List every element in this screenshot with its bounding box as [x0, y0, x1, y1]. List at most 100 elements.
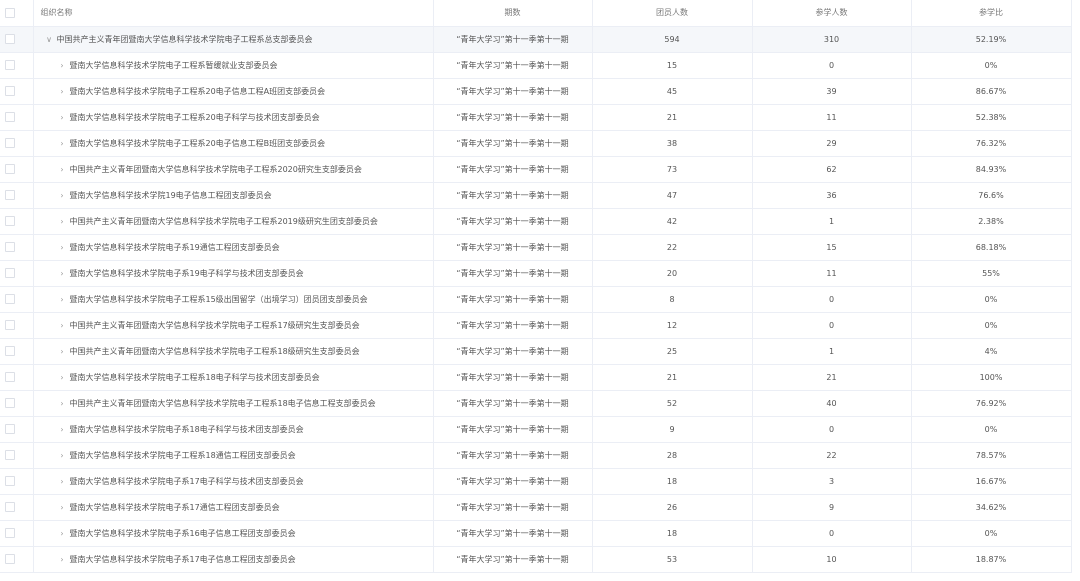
table-row[interactable]: › 暨南大学信息科学技术学院19电子信息工程团支部委员会 “青年大学习”第十一季第十…	[0, 182, 1072, 209]
row-checkbox[interactable]	[5, 346, 15, 356]
chevron-down-icon[interactable]: ∨	[45, 35, 54, 44]
table-row[interactable]: › 中国共产主义青年团暨南大学信息科学技术学院电子工程系2020研究生支部委员会 “…	[0, 156, 1072, 183]
chevron-right-icon[interactable]: ›	[58, 321, 67, 330]
table-row[interactable]: › 中国共产主义青年团暨南大学信息科学技术学院电子工程系18电子信息工程支部委员会…	[0, 390, 1072, 417]
column-header-learners[interactable]: 参学人数	[751, 0, 911, 27]
org-name-cell: › 暨南大学信息科学技术学院电子工程系18电子科学与技术团支部委员会	[32, 364, 433, 391]
org-name: 暨南大学信息科学技术学院电子工程系20电子信息工程B班团支部委员会	[69, 138, 326, 148]
table-row[interactable]: › 暨南大学信息科学技术学院电子工程系18电子科学与技术团支部委员会 “青年大学习”…	[0, 364, 1072, 391]
row-checkbox[interactable]	[5, 138, 15, 148]
row-checkbox[interactable]	[5, 268, 15, 278]
chevron-right-icon[interactable]: ›	[58, 61, 67, 70]
column-header-period[interactable]: 期数	[432, 0, 592, 27]
chevron-right-icon[interactable]: ›	[58, 503, 67, 512]
chevron-right-icon[interactable]: ›	[58, 425, 67, 434]
chevron-right-icon[interactable]: ›	[58, 399, 67, 408]
row-checkbox[interactable]	[5, 320, 15, 330]
row-checkbox[interactable]	[5, 86, 15, 96]
org-name-cell: › 暨南大学信息科学技术学院电子工程系20电子信息工程A班团支部委员会	[32, 78, 433, 105]
chevron-right-icon[interactable]: ›	[58, 243, 67, 252]
row-checkbox[interactable]	[5, 424, 15, 434]
table-row[interactable]: › 中国共产主义青年团暨南大学信息科学技术学院电子工程系18级研究生支部委员会 “青…	[0, 338, 1072, 365]
table-row[interactable]: › 暨南大学信息科学技术学院电子系19通信工程团支部委员会 “青年大学习”第十一季第…	[0, 234, 1072, 261]
column-header-org-name[interactable]: 组织名称	[32, 0, 433, 27]
chevron-right-icon[interactable]: ›	[58, 373, 67, 382]
row-checkbox[interactable]	[5, 190, 15, 200]
chevron-right-icon[interactable]: ›	[58, 191, 67, 200]
row-select-cell	[0, 52, 33, 79]
table-row[interactable]: › 暨南大学信息科学技术学院电子工程系20电子信息工程B班团支部委员会 “青年大学习…	[0, 130, 1072, 157]
learners-cell: 29	[751, 130, 911, 157]
members-cell: 21	[591, 364, 752, 391]
row-checkbox[interactable]	[5, 164, 15, 174]
table-row[interactable]: › 暨南大学信息科学技术学院电子系17电子信息工程团支部委员会 “青年大学习”第十一…	[0, 546, 1072, 573]
org-name: 暨南大学信息科学技术学院19电子信息工程团支部委员会	[69, 190, 272, 200]
org-name: 暨南大学信息科学技术学院电子工程系15级出国留学（出境学习）团员团支部委员会	[69, 294, 368, 304]
ratio-cell: 18.87%	[910, 546, 1072, 573]
org-name: 中国共产主义青年团暨南大学信息科学技术学院电子工程系18级研究生支部委员会	[69, 346, 360, 356]
period-cell: “青年大学习”第十一季第十一期	[432, 468, 592, 495]
row-checkbox[interactable]	[5, 294, 15, 304]
column-header-members[interactable]: 团员人数	[591, 0, 752, 27]
row-checkbox[interactable]	[5, 112, 15, 122]
row-checkbox[interactable]	[5, 216, 15, 226]
row-checkbox[interactable]	[5, 60, 15, 70]
row-checkbox[interactable]	[5, 372, 15, 382]
org-name-cell: › 暨南大学信息科学技术学院电子系16电子信息工程团支部委员会	[32, 520, 433, 547]
table-row[interactable]: › 中国共产主义青年团暨南大学信息科学技术学院电子工程系17级研究生支部委员会 “青…	[0, 312, 1072, 339]
column-header-ratio[interactable]: 参学比	[910, 0, 1072, 27]
row-checkbox[interactable]	[5, 476, 15, 486]
chevron-right-icon[interactable]: ›	[58, 217, 67, 226]
period-cell: “青年大学习”第十一季第十一期	[432, 520, 592, 547]
table-row[interactable]: › 暨南大学信息科学技术学院电子工程系20电子科学与技术团支部委员会 “青年大学习”…	[0, 104, 1072, 131]
table-row[interactable]: › 暨南大学信息科学技术学院电子系16电子信息工程团支部委员会 “青年大学习”第十一…	[0, 520, 1072, 547]
row-checkbox[interactable]	[5, 398, 15, 408]
members-cell: 53	[591, 546, 752, 573]
header-row: 组织名称 期数 团员人数 参学人数 参学比	[0, 0, 1072, 27]
row-select-cell	[0, 338, 33, 365]
chevron-right-icon[interactable]: ›	[58, 165, 67, 174]
org-name-cell: › 暨南大学信息科学技术学院电子系19通信工程团支部委员会	[32, 234, 433, 261]
period-cell: “青年大学习”第十一季第十一期	[432, 546, 592, 573]
chevron-right-icon[interactable]: ›	[58, 529, 67, 538]
row-checkbox[interactable]	[5, 450, 15, 460]
org-name-cell: › 中国共产主义青年团暨南大学信息科学技术学院电子工程系17级研究生支部委员会	[32, 312, 433, 339]
row-select-cell	[0, 78, 33, 105]
chevron-right-icon[interactable]: ›	[58, 347, 67, 356]
row-select-cell	[0, 442, 33, 469]
chevron-right-icon[interactable]: ›	[58, 113, 67, 122]
table-row[interactable]: › 暨南大学信息科学技术学院电子工程系18通信工程团支部委员会 “青年大学习”第十一…	[0, 442, 1072, 469]
members-cell: 42	[591, 208, 752, 235]
chevron-right-icon[interactable]: ›	[58, 295, 67, 304]
chevron-right-icon[interactable]: ›	[58, 555, 67, 564]
table-row[interactable]: ∨ 中国共产主义青年团暨南大学信息科学技术学院电子工程系总支部委员会 “青年大学习”…	[0, 26, 1072, 53]
row-checkbox[interactable]	[5, 502, 15, 512]
chevron-right-icon[interactable]: ›	[58, 139, 67, 148]
table-row[interactable]: › 暨南大学信息科学技术学院电子工程系暂缓就业支部委员会 “青年大学习”第十一季第十…	[0, 52, 1072, 79]
ratio-cell: 0%	[910, 416, 1072, 443]
row-checkbox[interactable]	[5, 528, 15, 538]
learners-cell: 0	[751, 52, 911, 79]
chevron-right-icon[interactable]: ›	[58, 451, 67, 460]
ratio-cell: 2.38%	[910, 208, 1072, 235]
row-checkbox[interactable]	[5, 554, 15, 564]
row-checkbox[interactable]	[5, 34, 15, 44]
table-row[interactable]: › 暨南大学信息科学技术学院电子系18电子科学与技术团支部委员会 “青年大学习”第十…	[0, 416, 1072, 443]
org-name: 暨南大学信息科学技术学院电子工程系20电子信息工程A班团支部委员会	[69, 86, 326, 96]
table-row[interactable]: › 暨南大学信息科学技术学院电子系19电子科学与技术团支部委员会 “青年大学习”第十…	[0, 260, 1072, 287]
learners-cell: 9	[751, 494, 911, 521]
members-cell: 26	[591, 494, 752, 521]
chevron-right-icon[interactable]: ›	[58, 87, 67, 96]
chevron-right-icon[interactable]: ›	[58, 477, 67, 486]
table-row[interactable]: › 暨南大学信息科学技术学院电子系17电子科学与技术团支部委员会 “青年大学习”第十…	[0, 468, 1072, 495]
chevron-right-icon[interactable]: ›	[58, 269, 67, 278]
org-name-cell: › 暨南大学信息科学技术学院电子工程系暂缓就业支部委员会	[32, 52, 433, 79]
select-all-checkbox[interactable]	[5, 7, 15, 18]
learners-cell: 1	[751, 208, 911, 235]
table-row[interactable]: › 暨南大学信息科学技术学院电子工程系15级出国留学（出境学习）团员团支部委员会 “…	[0, 286, 1072, 313]
table-row[interactable]: › 暨南大学信息科学技术学院电子系17通信工程团支部委员会 “青年大学习”第十一季第…	[0, 494, 1072, 521]
table-row[interactable]: › 中国共产主义青年团暨南大学信息科学技术学院电子工程系2019级研究生团支部委员…	[0, 208, 1072, 235]
learners-cell: 39	[751, 78, 911, 105]
row-checkbox[interactable]	[5, 242, 15, 252]
table-row[interactable]: › 暨南大学信息科学技术学院电子工程系20电子信息工程A班团支部委员会 “青年大学习…	[0, 78, 1072, 105]
